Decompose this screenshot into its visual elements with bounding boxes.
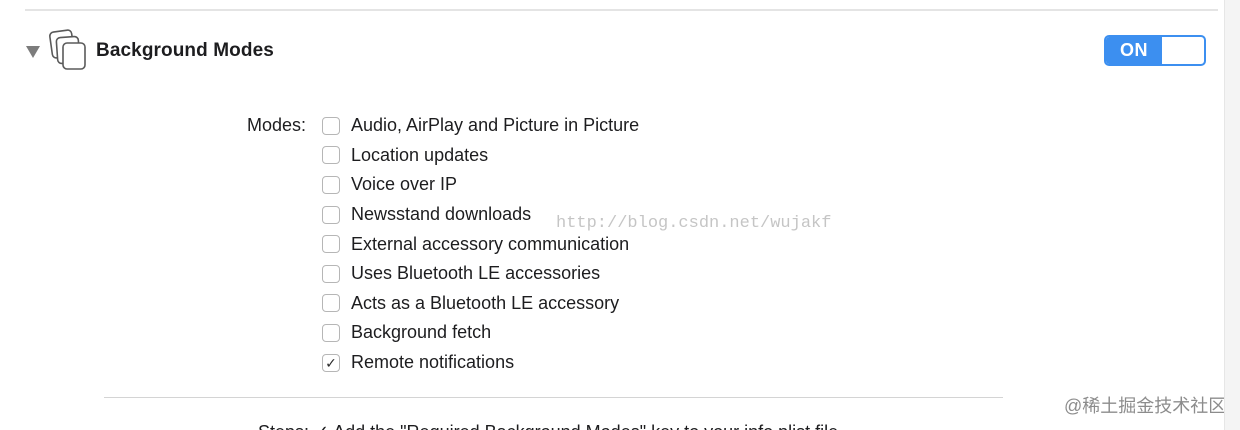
mode-label: Newsstand downloads [351, 204, 532, 225]
section-title: Background Modes [96, 40, 274, 61]
mode-voice-over-ip[interactable]: Voice over IP [322, 170, 639, 200]
mode-audio-airplay-pip[interactable]: Audio, AirPlay and Picture in Picture [322, 111, 639, 141]
mode-background-fetch[interactable]: Background fetch [322, 318, 639, 348]
disclosure-triangle-icon[interactable] [26, 46, 40, 58]
bottom-divider [104, 397, 1003, 398]
mode-external-accessory[interactable]: External accessory communication [322, 229, 639, 259]
checkbox[interactable] [322, 264, 340, 283]
mode-location-updates[interactable]: Location updates [322, 141, 639, 171]
credit-watermark: @稀土掘金技术社区 [1064, 396, 1227, 416]
checkbox[interactable] [322, 175, 340, 194]
mode-label: Location updates [351, 144, 489, 165]
modes-list: Audio, AirPlay and Picture in Picture Lo… [322, 111, 639, 377]
checkbox-checked[interactable]: ✓ [322, 353, 340, 372]
mode-remote-notifications[interactable]: ✓ Remote notifications [322, 348, 639, 378]
stacked-windows-icon [49, 29, 86, 70]
mode-label: Voice over IP [351, 174, 458, 195]
mode-uses-bluetooth-le[interactable]: Uses Bluetooth LE accessories [322, 259, 639, 289]
mode-label: Acts as a Bluetooth LE accessory [351, 292, 620, 313]
mode-label: Remote notifications [351, 352, 515, 373]
checkbox[interactable] [322, 205, 340, 224]
watermark-url: http://blog.csdn.net/wujakf [556, 214, 832, 233]
vertical-scrollbar[interactable] [1224, 0, 1240, 430]
checkbox[interactable] [322, 116, 340, 135]
checkbox[interactable] [322, 235, 340, 254]
top-divider [25, 9, 1218, 11]
toggle-on-label: ON [1106, 37, 1162, 64]
section-header: Background Modes [26, 28, 274, 74]
checkbox[interactable] [322, 146, 340, 165]
background-modes-toggle[interactable]: ON [1104, 35, 1206, 66]
mode-label: Background fetch [351, 322, 492, 343]
steps-text: Steps: ✓ Add the "Required Background Mo… [258, 422, 838, 430]
mode-acts-as-bluetooth-le[interactable]: Acts as a Bluetooth LE accessory [322, 289, 639, 319]
checkbox[interactable] [322, 323, 340, 342]
checkbox[interactable] [322, 294, 340, 313]
capabilities-panel: Background Modes ON Modes: Audio, AirPla… [0, 0, 1240, 430]
modes-label: Modes: [247, 115, 307, 135]
mode-label: Audio, AirPlay and Picture in Picture [351, 115, 640, 136]
mode-label: Uses Bluetooth LE accessories [351, 263, 601, 284]
mode-label: External accessory communication [351, 233, 630, 254]
